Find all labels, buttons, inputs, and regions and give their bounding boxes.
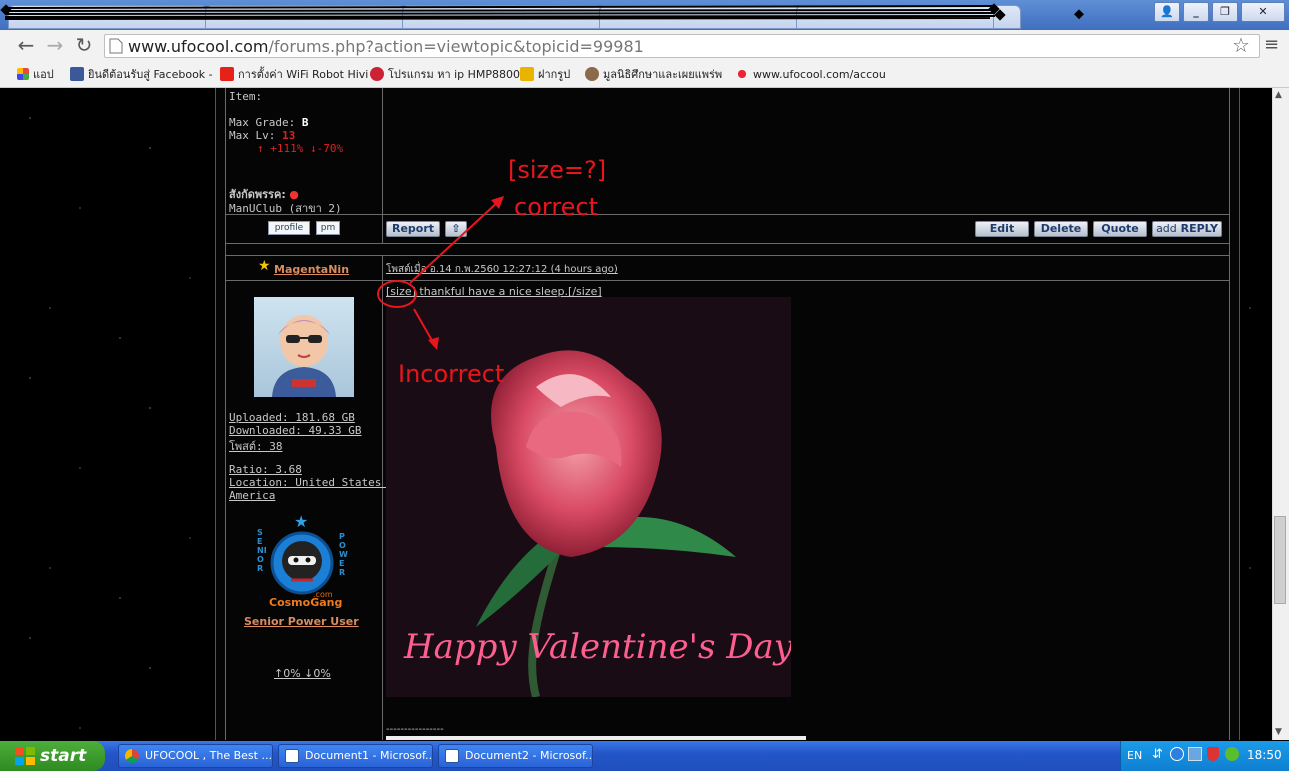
table-border-right <box>1229 88 1230 740</box>
item-label: Item: <box>229 90 263 103</box>
scroll-up-arrow-icon[interactable]: ▲ <box>1275 90 1282 100</box>
rank-badge-name: CosmoGang <box>269 596 343 609</box>
add-reply-button[interactable]: add REPLY <box>1152 221 1222 237</box>
affiliation-value: ManUClub (สาขา 2) <box>229 202 342 215</box>
downloaded-stat[interactable]: Downloaded: 49.33 GB <box>229 424 361 437</box>
signature-separator: ---------------- <box>386 724 444 735</box>
address-url[interactable]: www.ufocool.com/forums.php?action=viewto… <box>128 37 644 56</box>
messenger-icon[interactable] <box>1225 747 1239 761</box>
language-indicator[interactable]: EN <box>1127 749 1142 762</box>
column-divider <box>382 255 383 740</box>
row-divider <box>225 243 1230 244</box>
user-star-icon: ★ <box>258 258 271 274</box>
youtube-icon <box>220 67 234 81</box>
signature-image-top <box>386 736 806 740</box>
scroll-down-arrow-icon[interactable]: ▼ <box>1275 727 1282 737</box>
valentine-image: Happy Valentine's Day <box>386 297 791 697</box>
pm-button[interactable]: pm <box>316 221 340 235</box>
avatar-portrait <box>272 315 336 397</box>
taskbar-item-document1[interactable]: Document1 - Microsof... <box>278 744 433 768</box>
annotation-correct-label: correct <box>514 193 599 221</box>
rank-badge: ★ SENIOR POWER .com CosmoGang <box>255 512 350 612</box>
monitor-icon[interactable] <box>1188 747 1202 761</box>
post-timestamp[interactable]: โพสต์เมื่อ อ.14 ก.พ.2560 12:27:12 (4 hou… <box>386 262 618 277</box>
back-arrow-icon[interactable]: ← <box>14 33 38 57</box>
clock: 18:50 <box>1247 748 1282 762</box>
foundation-icon <box>585 67 599 81</box>
rate-line[interactable]: ↑0% ↓0% <box>274 667 331 680</box>
forward-arrow-icon[interactable]: → <box>43 33 67 57</box>
upload-site-icon <box>520 67 534 81</box>
word-icon <box>285 749 299 763</box>
scrollbar-thumb[interactable] <box>1274 516 1286 604</box>
shield-icon[interactable] <box>1207 747 1219 761</box>
post-username[interactable]: MagentaNin <box>274 263 349 276</box>
quote-button[interactable]: Quote <box>1093 221 1147 237</box>
bookmark-apps[interactable]: แอป <box>17 66 54 82</box>
page-scrollbar[interactable] <box>1272 88 1289 740</box>
window-controls: 👤 _ ❐ ✕ <box>1154 2 1285 22</box>
ufocool-icon <box>735 67 749 81</box>
rank-badge-right-text: POWER <box>339 532 348 577</box>
bookmark-star-icon[interactable]: ☆ <box>1232 33 1250 57</box>
avatar <box>254 297 354 397</box>
windows-logo-icon <box>15 747 35 765</box>
profile-button[interactable]: profile <box>268 221 310 235</box>
table-border-left <box>225 88 226 740</box>
bookmark-ip-finder[interactable]: โปรแกรม หา ip HMP8800 <box>370 66 520 82</box>
edit-button[interactable]: Edit <box>975 221 1029 237</box>
location-stat-continued[interactable]: America <box>229 489 275 502</box>
rank-star-icon: ★ <box>294 512 309 531</box>
minimize-button[interactable]: _ <box>1183 2 1209 22</box>
network-icon[interactable]: ⇵ <box>1152 747 1163 762</box>
browser-tab-strip: 👤 _ ❐ ✕ <box>0 0 1289 30</box>
row-divider <box>225 280 1230 281</box>
bookmark-upload[interactable]: ฝากรูป <box>520 66 570 82</box>
max-grade: Max Grade: B <box>229 116 309 129</box>
drag-handle-icon <box>1074 9 1084 20</box>
page-icon <box>109 38 123 54</box>
ninja-mascot-icon <box>270 531 334 595</box>
rank-title[interactable]: Senior Power User <box>244 615 359 628</box>
rank-badge-left-text: SENIOR <box>257 528 267 573</box>
chrome-icon <box>125 749 139 763</box>
column-divider <box>382 88 383 244</box>
uploaded-stat[interactable]: Uploaded: 181.68 GB <box>229 411 355 424</box>
bookmark-wifi-robot[interactable]: การตั้งค่า WiFi Robot Hivi <box>220 66 368 82</box>
tray-app-icon[interactable] <box>1170 747 1184 761</box>
user-icon[interactable]: 👤 <box>1154 2 1180 22</box>
bookmark-foundation[interactable]: มูลนิธิศึกษาและเผยแพร่พ <box>585 66 722 82</box>
maximize-button[interactable]: ❐ <box>1212 2 1238 22</box>
apps-grid-icon <box>17 68 29 80</box>
rate-stats: ↑ +111% ↓-70% <box>257 142 344 155</box>
bookmark-facebook[interactable]: ยินดีต้อนรับสู่ Facebook - <box>70 66 213 82</box>
report-button[interactable]: Report <box>386 221 440 237</box>
delete-button[interactable]: Delete <box>1034 221 1088 237</box>
reload-icon[interactable]: ↻ <box>72 33 96 57</box>
row-divider <box>225 214 1230 215</box>
close-button[interactable]: ✕ <box>1241 2 1285 22</box>
row-divider <box>225 255 1230 256</box>
facebook-icon <box>70 67 84 81</box>
max-level: Max Lv: 13 <box>229 129 296 142</box>
scribble-overlay <box>0 3 1006 21</box>
location-stat[interactable]: Location: United States of <box>229 476 401 489</box>
annotation-incorrect-label: Incorrect <box>398 360 505 388</box>
taskbar-item-browser[interactable]: UFOCOOL , The Best ... <box>118 744 273 768</box>
image-caption: Happy Valentine's Day <box>404 627 791 667</box>
menu-icon[interactable]: ≡ <box>1264 35 1279 55</box>
posts-stat[interactable]: โพสต์: 38 <box>229 437 283 455</box>
taskbar-item-document2[interactable]: Document2 - Microsof... <box>438 744 593 768</box>
site-icon <box>370 67 384 81</box>
ratio-stat[interactable]: Ratio: 3.68 <box>229 463 302 476</box>
scroll-top-button[interactable]: ⇧ <box>445 221 467 237</box>
word-icon <box>445 749 459 763</box>
bookmark-ufocool-account[interactable]: www.ufocool.com/accou <box>735 66 886 82</box>
annotation-correct-tag: [size=?] <box>508 156 607 184</box>
